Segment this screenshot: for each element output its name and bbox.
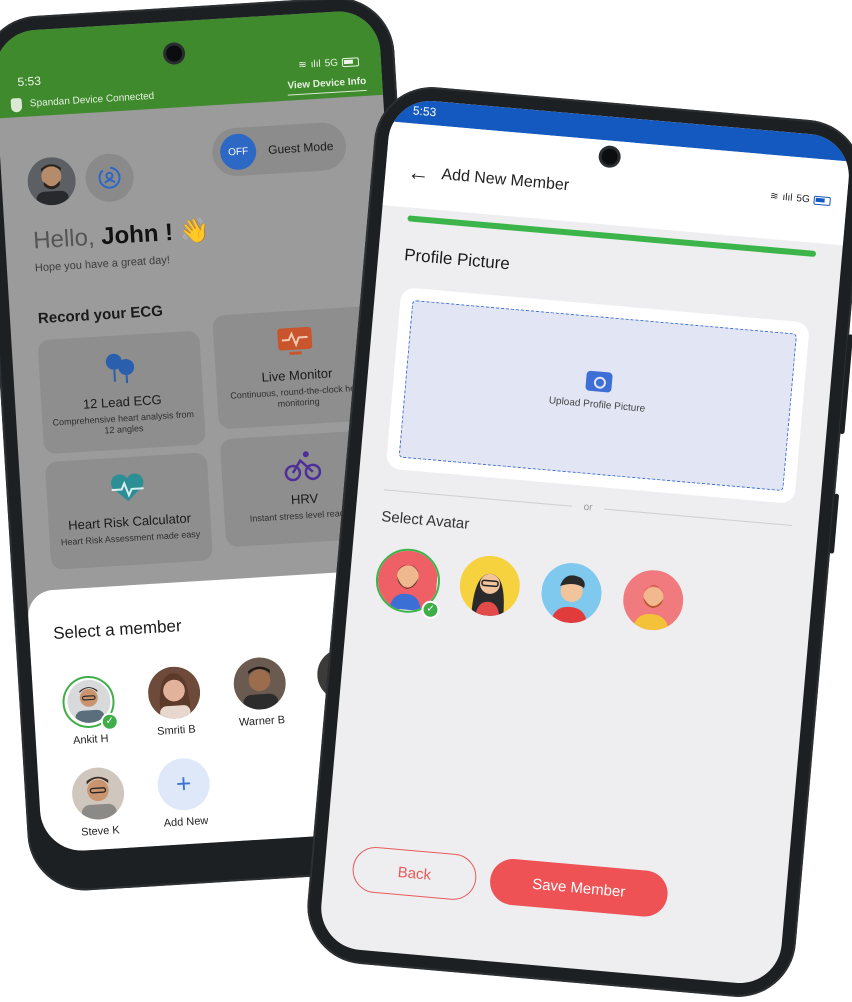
select-avatar-title: Select Avatar bbox=[381, 508, 470, 533]
side-button bbox=[839, 334, 852, 434]
side-button bbox=[829, 494, 839, 554]
add-new-label: Add New bbox=[163, 815, 208, 830]
member-name: Warner B bbox=[239, 714, 286, 729]
signal-icon: ılıl bbox=[782, 192, 793, 204]
member-photo bbox=[232, 656, 287, 711]
member-photo bbox=[71, 766, 126, 821]
view-device-info-link[interactable]: View Device Info bbox=[287, 76, 367, 96]
card-heart-risk-calculator[interactable]: Heart Risk Calculator Heart Risk Assessm… bbox=[45, 452, 213, 570]
young-man-avatar bbox=[539, 561, 604, 626]
status-time: 5:53 bbox=[17, 74, 41, 89]
guest-mode-toggle[interactable]: OFF Guest Mode bbox=[211, 121, 348, 177]
man-beard-avatar bbox=[621, 568, 686, 633]
greeting-subtitle: Hope you have a great day! bbox=[35, 254, 171, 274]
card-desc: Continuous, round-the-clock heart monito… bbox=[227, 382, 370, 413]
toggle-state: OFF bbox=[219, 133, 257, 171]
device-connected-text: Spandan Device Connected bbox=[30, 91, 155, 110]
user-avatar[interactable] bbox=[26, 156, 77, 207]
greeting: Hello, John ! 👋 bbox=[32, 216, 210, 256]
member-smriti[interactable]: Smriti B bbox=[138, 665, 212, 739]
card-desc: Comprehensive heart analysis from 12 ang… bbox=[52, 409, 195, 440]
network-type: 5G bbox=[324, 57, 338, 69]
profile-picture-title: Profile Picture bbox=[403, 245, 510, 274]
member-name: Ankit H bbox=[73, 733, 109, 747]
phone-add-member: 5:53 ← Add New Member ≋ ılıl 5G Profile … bbox=[303, 82, 852, 1001]
selected-check-icon: ✓ bbox=[100, 712, 119, 731]
avatar-option-3[interactable] bbox=[539, 561, 604, 626]
member-warner[interactable]: Warner B bbox=[223, 655, 297, 729]
member-photo bbox=[147, 665, 202, 720]
divider-line bbox=[604, 509, 792, 526]
back-arrow-icon[interactable]: ← bbox=[406, 159, 430, 187]
selected-check-icon: ✓ bbox=[421, 600, 441, 620]
status-time: 5:53 bbox=[412, 103, 436, 119]
card-12-lead-ecg[interactable]: 12 Lead ECG Comprehensive heart analysis… bbox=[37, 331, 206, 455]
device-icon bbox=[11, 97, 23, 112]
member-name: Smriti B bbox=[157, 723, 196, 737]
battery-icon bbox=[813, 196, 831, 206]
switch-user-icon bbox=[96, 164, 124, 192]
cyclist-icon bbox=[281, 447, 323, 483]
heart-icon bbox=[107, 470, 149, 506]
member-ankit[interactable]: ✓ Ankit H bbox=[52, 674, 126, 748]
network-type: 5G bbox=[796, 193, 810, 205]
save-member-button[interactable]: Save Member bbox=[488, 857, 669, 918]
status-icons: ≋ ılıl 5G bbox=[770, 191, 831, 207]
upload-card: Upload Profile Picture bbox=[386, 287, 810, 504]
switch-user-button[interactable] bbox=[84, 152, 135, 203]
page-title: Add New Member bbox=[441, 166, 570, 195]
avatar-option-2[interactable] bbox=[457, 553, 522, 618]
guest-mode-label: Guest Mode bbox=[268, 139, 334, 157]
status-icons: ≋ ılıl 5G bbox=[298, 56, 359, 71]
back-button[interactable]: Back bbox=[351, 845, 479, 902]
device-status-bar: 5:53 ≋ ılıl 5G Spandan Device Connected … bbox=[0, 9, 383, 118]
wifi-icon: ≋ bbox=[770, 191, 779, 203]
avatar-option-4[interactable] bbox=[621, 568, 686, 633]
add-photo-icon bbox=[585, 371, 613, 393]
plus-icon: + bbox=[156, 757, 211, 812]
wifi-icon: ≋ bbox=[298, 59, 307, 70]
divider-line bbox=[384, 489, 572, 506]
greeting-name: John ! bbox=[100, 219, 174, 250]
monitor-icon bbox=[274, 323, 316, 359]
member-steve[interactable]: Steve K bbox=[62, 765, 136, 839]
woman-glasses-avatar bbox=[457, 553, 522, 618]
phone-add-member-screen: 5:53 ← Add New Member ≋ ılıl 5G Profile … bbox=[318, 97, 852, 986]
device-connected: Spandan Device Connected bbox=[11, 89, 155, 112]
greeting-hello: Hello, bbox=[32, 224, 95, 255]
upload-zone[interactable]: Upload Profile Picture bbox=[399, 300, 797, 491]
wave-emoji: 👋 bbox=[179, 217, 210, 246]
or-text: or bbox=[583, 502, 593, 514]
member-name: Steve K bbox=[81, 824, 120, 838]
sheet-title: Select a member bbox=[53, 616, 182, 644]
battery-icon bbox=[342, 57, 360, 67]
ecg-electrode-icon bbox=[99, 344, 141, 386]
add-new-member-button[interactable]: + Add New bbox=[147, 756, 221, 830]
signal-icon: ılıl bbox=[310, 58, 321, 70]
section-title: Record your ECG bbox=[38, 303, 164, 328]
